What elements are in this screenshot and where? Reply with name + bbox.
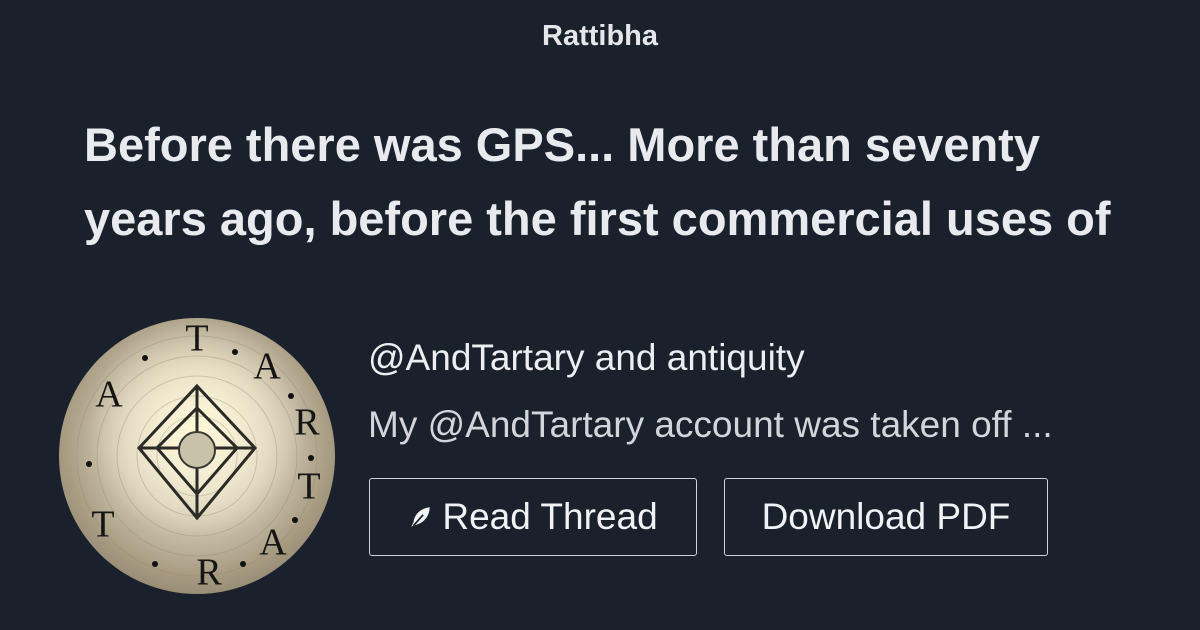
avatar-letter: T: [185, 318, 208, 360]
feather-icon: [411, 507, 431, 527]
avatar-letter: R: [294, 402, 320, 444]
avatar: T A R T A R T A: [59, 318, 335, 594]
avatar-letter: R: [196, 552, 222, 594]
site-name: Rattibha: [542, 20, 658, 52]
avatar-letter: A: [253, 346, 281, 388]
thread-description: My @AndTartary account was taken off ...: [368, 404, 1053, 445]
read-thread-button[interactable]: Read Thread: [369, 478, 697, 556]
author-handle[interactable]: @AndTartary and antiquity: [368, 337, 805, 379]
thread-title: Before there was GPS... More than sevent…: [84, 118, 1111, 245]
avatar-letter: T: [91, 504, 114, 546]
read-thread-label: Read Thread: [442, 496, 658, 537]
download-pdf-label: Download PDF: [761, 496, 1011, 537]
avatar-image: T A R T A R T A: [59, 318, 335, 594]
avatar-letter: A: [95, 374, 123, 416]
avatar-letter: A: [259, 522, 287, 564]
avatar-letter: T: [297, 466, 320, 508]
download-pdf-button[interactable]: Download PDF: [724, 478, 1048, 556]
